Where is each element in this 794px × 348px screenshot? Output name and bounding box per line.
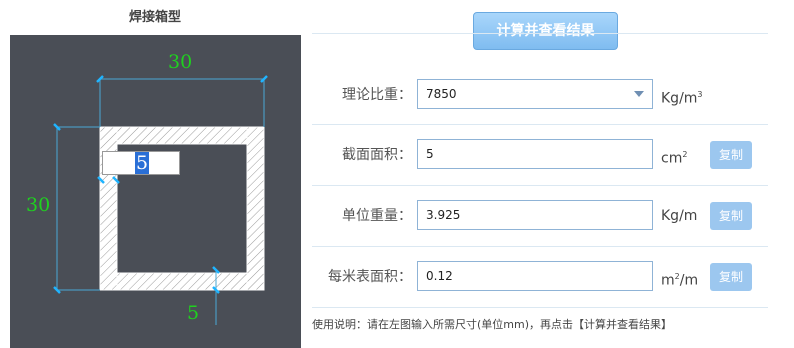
thickness-input[interactable]: 5	[102, 151, 180, 175]
thickness-dimension-label: 5	[187, 302, 200, 324]
row-surface-area: 每米表面积： 0.12 m2/m 复制	[312, 261, 768, 293]
density-label: 理论比重：	[342, 87, 412, 103]
surface-area-field[interactable]: 0.12	[417, 261, 653, 291]
copy-surface-area-button[interactable]: 复制	[710, 263, 752, 291]
section-title: 焊接箱型	[128, 10, 181, 25]
right-wall	[246, 126, 265, 291]
row-divider	[312, 246, 768, 247]
density-select[interactable]: 7850	[417, 79, 653, 109]
row-divider	[312, 124, 768, 125]
unit-weight-field[interactable]: 3.925	[417, 200, 653, 230]
width-dimension-label: 30	[168, 51, 193, 73]
height-dimension-label: 30	[26, 194, 51, 216]
row-section-area: 截面面积： 5 cm2 复制	[312, 139, 768, 171]
calculate-button[interactable]: 计算并查看结果	[473, 12, 618, 50]
section-area-unit: cm2	[661, 150, 688, 167]
unit-weight-unit: Kg/m	[661, 208, 698, 224]
section-area-field[interactable]: 5	[417, 139, 653, 169]
box-section-diagram: 30 30 5 5	[10, 35, 301, 348]
diagram-svg	[53, 75, 268, 325]
chevron-down-icon[interactable]	[634, 91, 644, 97]
surface-area-label: 每米表面积：	[328, 269, 412, 285]
density-unit: Kg/m3	[661, 90, 703, 107]
top-wall	[99, 126, 265, 145]
row-divider	[312, 185, 768, 186]
unit-weight-label: 单位重量：	[342, 208, 412, 224]
copy-section-area-button[interactable]: 复制	[710, 141, 752, 169]
row-density: 理论比重： 7850 Kg/m3	[312, 79, 768, 111]
usage-note: 使用说明：请在左图输入所需尺寸(单位mm)，再点击【计算并查看结果】	[312, 318, 673, 331]
surface-area-unit: m2/m	[661, 272, 699, 289]
row-unit-weight: 单位重量： 3.925 Kg/m 复制	[312, 200, 768, 232]
bottom-wall	[99, 272, 265, 291]
copy-unit-weight-button[interactable]: 复制	[710, 202, 752, 230]
section-area-label: 截面面积：	[342, 147, 412, 163]
header-divider	[312, 33, 768, 34]
row-divider	[312, 307, 768, 308]
